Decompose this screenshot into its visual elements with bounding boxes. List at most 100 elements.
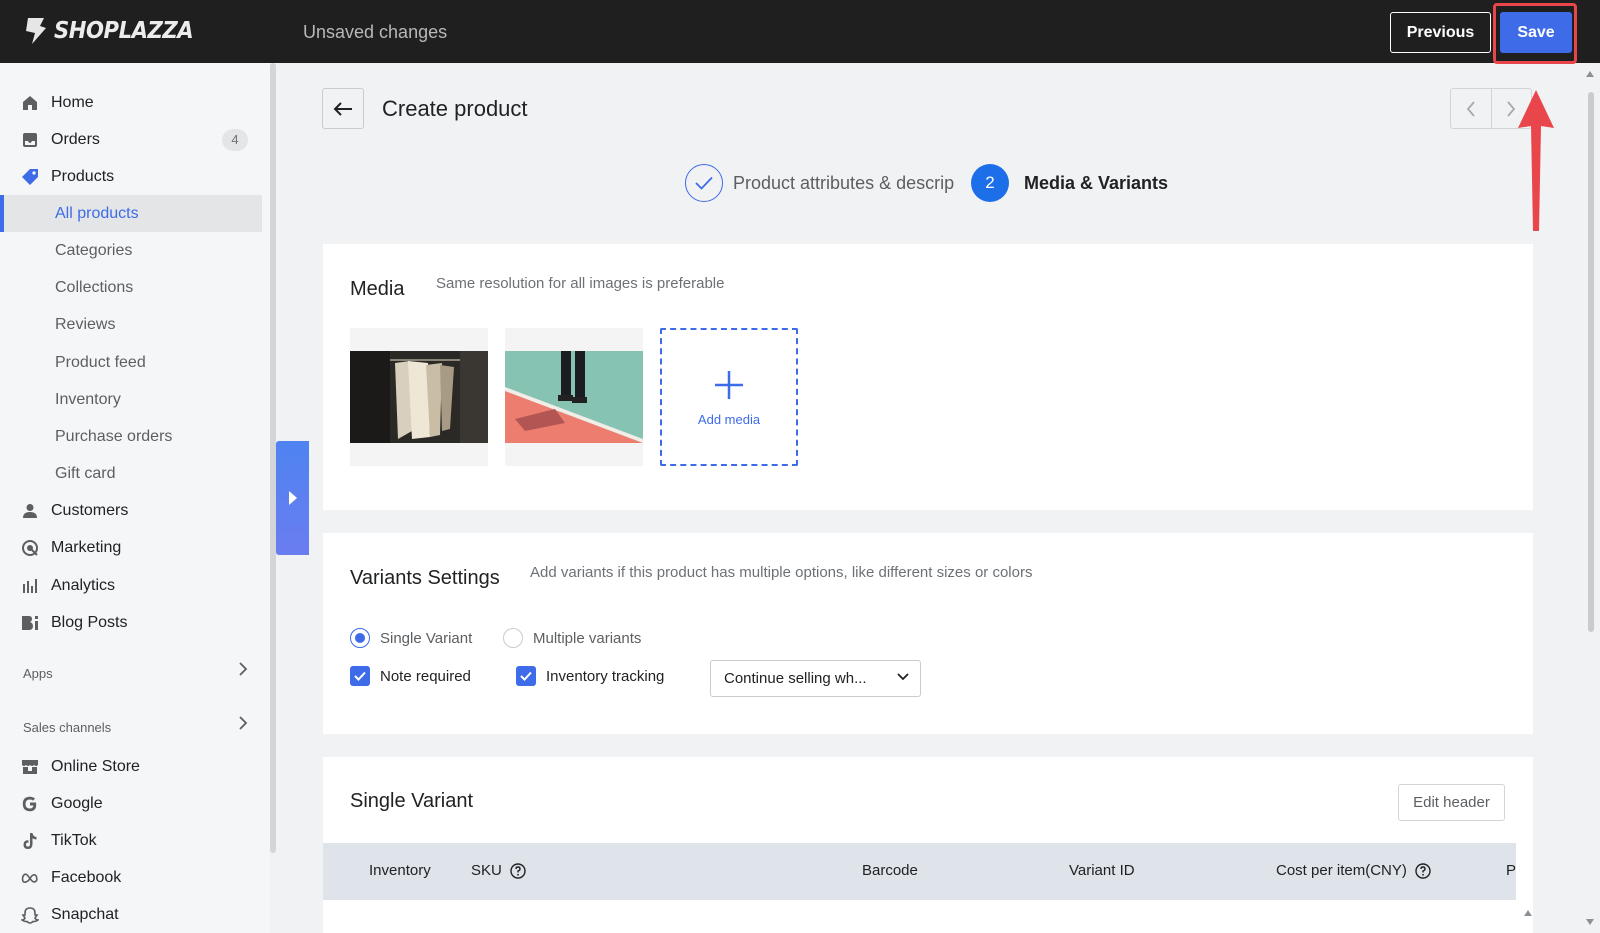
previous-button[interactable]: Previous — [1390, 12, 1491, 53]
sidebar-item-blog-posts[interactable]: Blog Posts — [0, 604, 262, 641]
meta-icon — [21, 869, 39, 887]
sidebar-item-analytics[interactable]: Analytics — [0, 567, 262, 604]
checkmark-icon — [516, 666, 536, 686]
sidebar-item-label: Reviews — [55, 315, 116, 333]
inventory-policy-value: Continue selling wh... — [724, 670, 867, 687]
clothing-rack-image — [350, 351, 488, 443]
multiple-variants-radio[interactable]: Multiple variants — [503, 628, 641, 648]
previous-page-button[interactable] — [1451, 89, 1491, 128]
sidebar-item-home[interactable]: Home — [0, 84, 262, 121]
sidebar-item-categories[interactable]: Categories — [0, 232, 262, 269]
sidebar-item-label: Collections — [55, 278, 134, 296]
back-button[interactable] — [322, 88, 364, 129]
sidebar-item-label: Gift card — [55, 464, 116, 482]
scroll-down-icon[interactable] — [1585, 918, 1595, 928]
help-icon[interactable] — [510, 862, 526, 879]
google-icon — [21, 795, 39, 813]
blog-icon — [21, 614, 39, 632]
step-label: Product attributes & descrip — [733, 172, 955, 193]
sidebar-item-online-store[interactable]: Online Store — [0, 748, 262, 785]
step-label: Media & Variants — [1024, 172, 1169, 193]
step-number: 2 — [971, 164, 1009, 202]
sidebar-item-inventory[interactable]: Inventory — [0, 381, 262, 418]
single-variant-title: Single Variant — [350, 790, 474, 812]
single-variant-label: Single Variant — [380, 629, 473, 647]
save-button[interactable]: Save — [1500, 12, 1572, 53]
sidebar-item-reviews[interactable]: Reviews — [0, 306, 262, 343]
media-title: Media — [350, 278, 405, 300]
inventory-tracking-label: Inventory tracking — [546, 667, 665, 685]
apps-section-label[interactable]: Apps — [23, 666, 53, 681]
sidebar-item-label: Home — [51, 93, 94, 111]
sidebar-item-facebook[interactable]: Facebook — [0, 859, 262, 896]
radio-selected-icon — [350, 628, 370, 648]
column-header-sku[interactable]: SKU — [471, 862, 526, 879]
column-header-cost-per-item[interactable]: Cost per item(CNY) — [1276, 862, 1431, 879]
court-feet-image — [505, 351, 643, 443]
store-icon — [21, 758, 39, 776]
chevron-down-icon — [897, 673, 909, 681]
column-header-truncated[interactable]: P — [1506, 862, 1516, 879]
tiktok-icon — [21, 832, 39, 850]
sidebar-item-label: Snapchat — [51, 905, 119, 923]
sidebar-item-products[interactable]: Products — [0, 158, 262, 195]
sales-channels-section-label[interactable]: Sales channels — [23, 720, 111, 735]
marketing-icon — [21, 539, 39, 557]
sidebar-item-product-feed[interactable]: Product feed — [0, 344, 262, 381]
sidebar-item-label: Categories — [55, 241, 133, 259]
multiple-variants-label: Multiple variants — [533, 629, 642, 647]
step-media-variants[interactable]: 2 Media & Variants — [971, 164, 1168, 202]
caret-right-icon — [288, 491, 297, 505]
column-label: Inventory — [369, 862, 431, 879]
checkmark-icon — [350, 666, 370, 686]
shoplazza-logo[interactable]: SHOPLAZZA — [22, 16, 205, 46]
sidebar-item-label: Customers — [51, 501, 129, 519]
sidebar-item-label: Product feed — [55, 353, 146, 371]
help-icon[interactable] — [1415, 862, 1431, 879]
main-scrollbar-thumb[interactable] — [1588, 92, 1594, 632]
single-variant-radio[interactable]: Single Variant — [350, 628, 472, 648]
variants-settings-hint: Add variants if this product has multipl… — [530, 564, 1033, 581]
sidebar-item-all-products[interactable]: All products — [0, 195, 262, 232]
sidebar-item-purchase-orders[interactable]: Purchase orders — [0, 418, 262, 455]
add-media-button[interactable]: Add media — [660, 328, 798, 466]
person-icon — [21, 502, 39, 520]
table-scroll-up-icon[interactable] — [1523, 909, 1533, 919]
variants-settings-card: Variants Settings Add variants if this p… — [323, 533, 1533, 734]
column-header-inventory[interactable]: Inventory — [369, 862, 431, 879]
apps-chevron-icon[interactable] — [238, 662, 248, 681]
sidebar-item-label: All products — [55, 204, 139, 222]
column-label: Barcode — [862, 862, 918, 879]
sidebar-item-label: Purchase orders — [55, 427, 173, 445]
media-card: Media Same resolution for all images is … — [323, 244, 1533, 510]
step-product-attributes[interactable]: Product attributes & descrip — [685, 164, 958, 202]
sidebar-item-google[interactable]: Google — [0, 785, 262, 822]
inventory-tracking-checkbox[interactable]: Inventory tracking — [516, 666, 664, 686]
sidebar-item-customers[interactable]: Customers — [0, 492, 262, 529]
page-title: Create product — [382, 96, 528, 121]
variant-table-header: Inventory SKU Barcode Variant ID Cost pe… — [323, 843, 1516, 900]
sidebar-item-snapchat[interactable]: Snapchat — [0, 896, 262, 933]
sales-channels-chevron-icon[interactable] — [238, 716, 248, 735]
note-required-checkbox[interactable]: Note required — [350, 666, 471, 686]
column-label: Cost per item(CNY) — [1276, 862, 1407, 879]
sidebar-item-collections[interactable]: Collections — [0, 269, 262, 306]
sidebar-item-orders[interactable]: Orders 4 — [0, 121, 262, 158]
sidebar-item-marketing[interactable]: Marketing — [0, 529, 262, 566]
column-header-barcode[interactable]: Barcode — [862, 862, 918, 879]
inventory-policy-select[interactable]: Continue selling wh... — [710, 660, 921, 697]
media-thumbnail[interactable] — [505, 328, 643, 466]
column-header-variant-id[interactable]: Variant ID — [1069, 862, 1135, 879]
sidebar-toggle-button[interactable] — [276, 441, 309, 555]
plus-icon — [713, 368, 745, 406]
sidebar-item-label: Online Store — [51, 757, 140, 775]
scroll-up-icon[interactable] — [1585, 70, 1595, 80]
sidebar-item-tiktok[interactable]: TikTok — [0, 822, 262, 859]
step-done-check-icon — [685, 164, 723, 202]
media-thumbnail[interactable] — [350, 328, 488, 466]
sidebar-item-gift-card[interactable]: Gift card — [0, 455, 262, 492]
add-media-label: Add media — [697, 411, 761, 427]
orders-icon — [21, 131, 39, 149]
edit-header-button[interactable]: Edit header — [1398, 784, 1505, 821]
sidebar-item-label: Inventory — [55, 390, 121, 408]
